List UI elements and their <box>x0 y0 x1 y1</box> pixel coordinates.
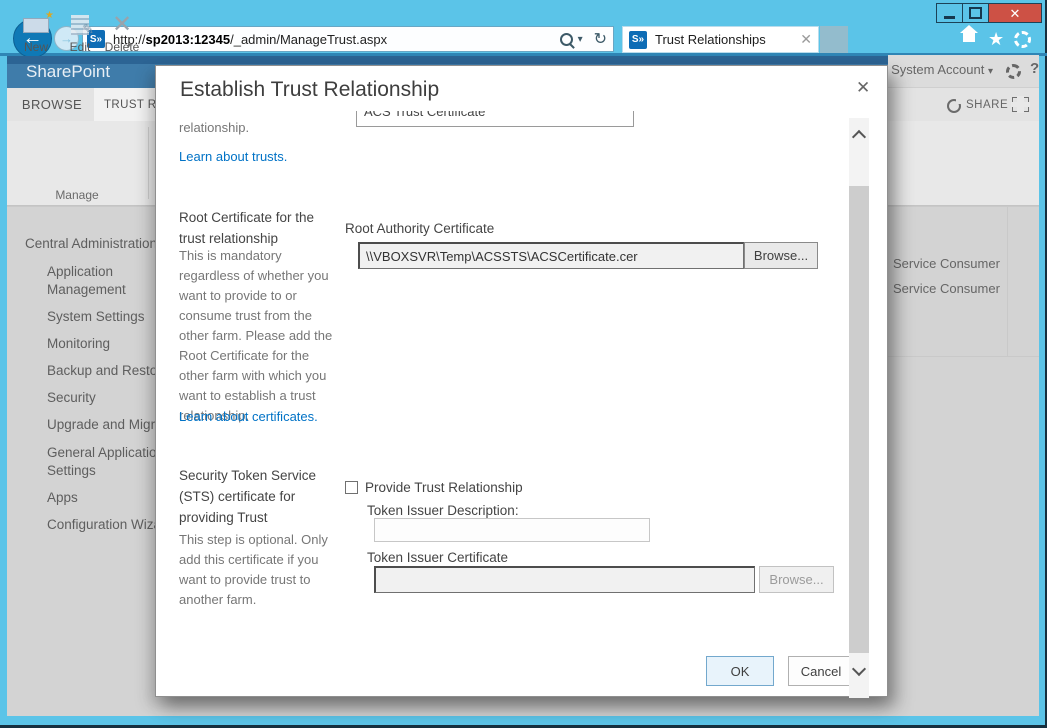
maximize-button[interactable] <box>962 3 989 23</box>
dialog-title: Establish Trust Relationship <box>180 78 440 101</box>
help-icon[interactable]: ? <box>1030 60 1039 77</box>
new-button-label: New <box>23 40 48 54</box>
tab-favicon: S» <box>629 30 647 49</box>
root-browse-button[interactable]: Browse... <box>744 242 818 269</box>
intro-text-fragment: relationship. <box>179 120 250 135</box>
ok-button[interactable]: OK <box>706 656 774 686</box>
delete-button-label: Delete <box>104 40 140 54</box>
trust-certificate-name-input[interactable]: ACS Trust Certificate <box>356 111 634 127</box>
ribbon-group-label: Manage <box>55 188 99 202</box>
maximize-icon <box>969 7 982 19</box>
edit-pencil-icon <box>71 15 94 38</box>
root-certificate-path: \\VBOXSVR\Temp\ACSSTS\ACSCertificate.cer <box>366 248 638 264</box>
root-authority-certificate-label: Root Authority Certificate <box>345 221 495 236</box>
dialog-close-button[interactable]: ✕ <box>856 78 870 98</box>
sts-section-heading: Security Token Service (STS) certificate… <box>179 468 317 525</box>
new-item-icon <box>23 10 54 33</box>
new-tab-button[interactable] <box>820 26 848 53</box>
tab-browse[interactable]: BROWSE <box>10 88 94 121</box>
url-host: sp2013:12345 <box>145 31 231 47</box>
home-icon[interactable] <box>960 25 978 42</box>
minimize-icon <box>944 15 955 19</box>
browser-settings-gear-icon[interactable] <box>1014 31 1031 48</box>
close-icon: ✕ <box>1009 5 1021 21</box>
address-bar-icons: ▾ ↻ <box>559 29 607 49</box>
sidebar-item-system-settings[interactable]: System Settings <box>47 309 145 324</box>
sidebar-item-apps[interactable]: Apps <box>47 490 78 505</box>
tab-close-icon[interactable]: ✕ <box>800 31 812 48</box>
delete-button[interactable]: ✕ Delete <box>100 10 144 55</box>
address-bar[interactable]: S» http://sp2013:12345/_admin/ManageTrus… <box>82 26 614 52</box>
minimize-button[interactable] <box>936 3 963 23</box>
list-column-divider <box>1007 207 1008 356</box>
close-icon: ✕ <box>856 78 871 97</box>
root-certificate-file-input[interactable]: \\VBOXSVR\Temp\ACSSTS\ACSCertificate.cer <box>358 242 744 269</box>
focus-mode-icon[interactable] <box>1011 96 1030 113</box>
establish-trust-dialog: Establish Trust Relationship ✕ ACS Trust… <box>155 65 888 698</box>
favorites-star-icon[interactable]: ★ <box>988 29 1004 50</box>
trust-certificate-name-value: ACS Trust Certificate <box>364 111 486 119</box>
delete-x-icon: ✕ <box>111 11 133 38</box>
account-menu[interactable]: System Account ▾ <box>891 62 993 77</box>
provide-trust-checkbox[interactable] <box>345 481 358 494</box>
tab-title: Trust Relationships <box>655 32 766 47</box>
search-dropdown-caret-icon[interactable]: ▾ <box>578 34 583 45</box>
sidebar-item-application-management[interactable]: Application Management <box>47 263 159 299</box>
root-section-heading: Root Certificate for the trust relations… <box>179 210 315 246</box>
window-border-left <box>0 0 7 728</box>
sidebar-item-central-administration[interactable]: Central Administration <box>25 236 157 251</box>
sts-section-description: This step is optional. Only add this cer… <box>179 532 328 607</box>
chevron-down-icon: ▾ <box>987 66 993 77</box>
list-item-service-consumer[interactable]: Service Consumer <box>893 281 1000 296</box>
search-icon[interactable] <box>559 32 573 46</box>
share-icon <box>947 98 962 113</box>
ribbon-group-separator <box>148 127 149 199</box>
account-label: System Account <box>891 62 985 77</box>
learn-about-certificates-link[interactable]: Learn about certificates. <box>179 409 318 424</box>
sidebar-item-general-application-settings[interactable]: General Application Settings <box>47 444 169 480</box>
provide-trust-checkbox-label: Provide Trust Relationship <box>365 480 523 495</box>
token-issuer-certificate-input[interactable] <box>374 566 755 593</box>
close-window-button[interactable]: ✕ <box>988 3 1042 23</box>
token-issuer-description-input[interactable] <box>374 518 650 542</box>
cancel-button[interactable]: Cancel <box>788 656 854 686</box>
list-item-service-consumer[interactable]: Service Consumer <box>893 256 1000 271</box>
sidebar-item-backup-restore[interactable]: Backup and Restore <box>47 363 169 378</box>
token-issuer-description-label: Token Issuer Description: <box>367 503 519 518</box>
site-settings-gear-icon[interactable] <box>1006 64 1021 79</box>
url-text[interactable]: http://sp2013:12345/_admin/ManageTrust.a… <box>113 32 560 47</box>
edit-button-label: Edit <box>69 40 91 54</box>
refresh-icon[interactable]: ↻ <box>594 29 607 49</box>
ok-button-label: OK <box>730 663 750 679</box>
browser-window: ✕ ← → S» http://sp2013:12345/_admin/Mana… <box>0 0 1047 728</box>
token-issuer-certificate-label: Token Issuer Certificate <box>367 550 509 565</box>
edit-button[interactable]: Edit <box>58 10 102 54</box>
url-path: /_admin/ManageTrust.aspx <box>230 31 388 47</box>
scrollbar-thumb[interactable] <box>849 186 869 653</box>
sts-browse-label: Browse... <box>769 572 824 587</box>
suite-brand: SharePoint <box>26 62 111 81</box>
root-section-description: This is mandatory regardless of whether … <box>179 248 333 423</box>
root-browse-label: Browse... <box>753 248 809 263</box>
sidebar-item-monitoring[interactable]: Monitoring <box>47 336 110 351</box>
learn-about-trusts-link[interactable]: Learn about trusts. <box>179 149 287 164</box>
cancel-button-label: Cancel <box>800 663 842 679</box>
share-button[interactable]: SHARE <box>966 99 1008 111</box>
browser-tab[interactable]: S» Trust Relationships ✕ <box>622 26 819 53</box>
sts-browse-button[interactable]: Browse... <box>759 566 834 593</box>
sidebar-item-security[interactable]: Security <box>47 390 96 405</box>
new-button[interactable]: New <box>14 10 58 54</box>
